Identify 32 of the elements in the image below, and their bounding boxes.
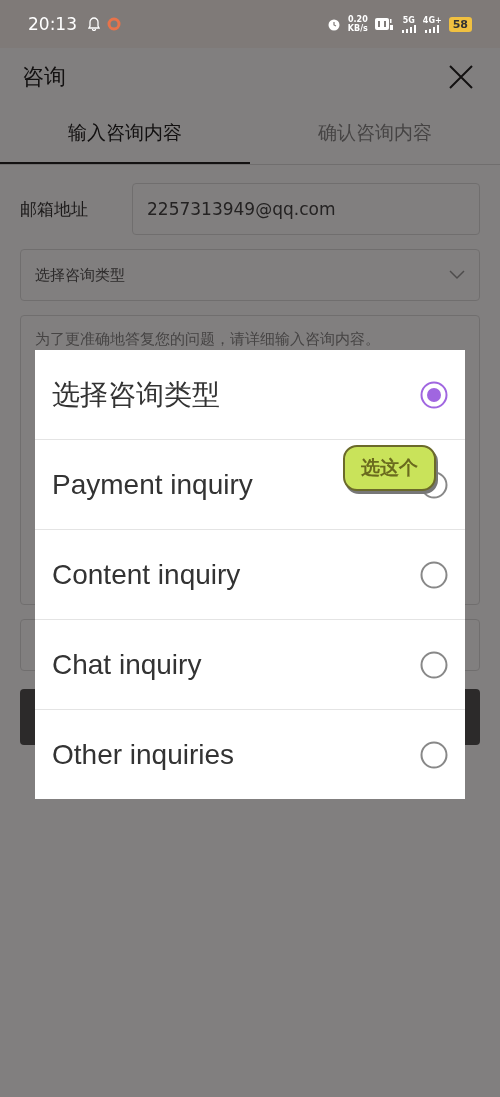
close-icon[interactable]	[448, 64, 474, 90]
bell-icon	[88, 17, 100, 31]
battery-level: 58	[448, 16, 472, 32]
ring-icon	[107, 17, 121, 31]
network-label: 5G	[402, 15, 415, 25]
chevron-down-icon	[449, 270, 465, 280]
option-item[interactable]: 选择咨询类型	[35, 350, 465, 439]
tab[interactable]: 输入咨询内容	[0, 106, 250, 164]
network-speed: 0.20 KB/s	[347, 15, 368, 33]
radio-button[interactable]	[420, 380, 448, 409]
page-title: 咨询	[22, 63, 66, 91]
option-label: 选择咨询类型	[52, 377, 220, 412]
radio-button[interactable]	[420, 560, 448, 589]
radio-button[interactable]	[420, 740, 448, 769]
option-label: Chat inquiry	[52, 648, 202, 681]
option-label: Content inquiry	[52, 558, 241, 591]
hd-icon	[374, 17, 395, 31]
signal-icon	[401, 24, 416, 33]
option-item[interactable]: Content inquiry	[35, 529, 465, 619]
speech-bubble: 选这个	[343, 445, 436, 491]
network-label: 4G+	[422, 15, 442, 25]
option-label: Payment inquiry	[52, 468, 253, 501]
type-select[interactable]: 选择咨询类型	[20, 249, 480, 301]
option-label: Other inquiries	[52, 738, 235, 771]
email-field[interactable]: 2257313949@qq.com	[132, 183, 480, 235]
email-label: 邮箱地址	[20, 197, 89, 221]
status-time: 20:13	[28, 14, 77, 34]
signal-icon	[425, 24, 440, 33]
option-item[interactable]: Chat inquiry	[35, 619, 465, 709]
radio-button[interactable]	[420, 650, 448, 679]
option-item[interactable]: Other inquiries	[35, 709, 465, 799]
alarm-icon	[326, 17, 341, 31]
